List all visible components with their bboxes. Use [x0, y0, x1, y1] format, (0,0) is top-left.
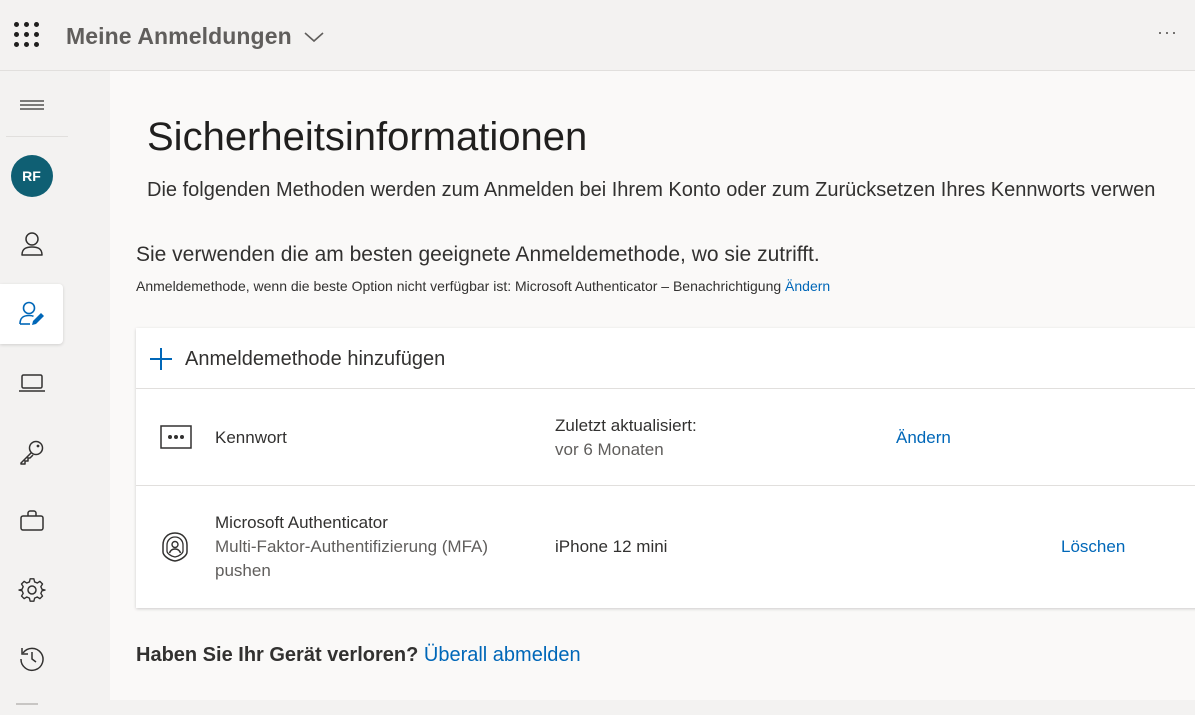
app-launcher-icon[interactable] — [14, 22, 40, 48]
sign-out-everywhere-link[interactable]: Überall abmelden — [424, 644, 581, 666]
change-password-link[interactable]: Ändern — [896, 428, 951, 448]
lost-device-question: Haben Sie Ihr Gerät verloren? — [136, 644, 419, 666]
nav-profile[interactable]: RF — [0, 146, 63, 206]
more-options-icon[interactable]: ··· — [1157, 22, 1178, 43]
default-method-heading: Sie verwenden die am besten geeignete An… — [136, 243, 820, 266]
nav-devices[interactable] — [0, 353, 63, 413]
nav-security-info[interactable] — [0, 284, 63, 344]
device-name: iPhone 12 mini — [555, 537, 668, 556]
key-icon — [19, 440, 43, 465]
last-updated-value: vor 6 Monaten — [555, 440, 664, 459]
hamburger-icon — [19, 100, 44, 110]
nav-recent-activity[interactable] — [0, 628, 63, 688]
last-updated-label: Zuletzt aktualisiert: — [555, 416, 697, 435]
nav-overview[interactable] — [0, 214, 63, 274]
app-switcher[interactable]: Meine Anmeldungen — [66, 20, 324, 52]
add-method-button[interactable]: Anmeldemethode hinzufügen — [136, 328, 1195, 389]
left-nav: RF — [0, 71, 110, 715]
gear-icon — [17, 578, 46, 602]
top-bar: Meine Anmeldungen ··· — [0, 0, 1195, 71]
history-icon — [19, 647, 44, 672]
chevron-down-icon — [304, 32, 324, 43]
method-row-password: Kennwort Zuletzt aktualisiert: vor 6 Mon… — [136, 390, 1195, 486]
default-method-text: Anmeldemethode, wenn die beste Option ni… — [136, 278, 782, 294]
nav-divider — [16, 703, 38, 705]
password-dots-icon — [160, 425, 192, 449]
page-description: Die folgenden Methoden werden zum Anmeld… — [147, 179, 1156, 201]
method-subtitle-continued: pushen — [215, 561, 271, 580]
change-default-method-link[interactable]: Ändern — [785, 278, 830, 294]
nav-divider — [6, 136, 68, 137]
avatar: RF — [10, 155, 53, 197]
nav-menu-toggle[interactable] — [0, 76, 63, 136]
plus-icon — [150, 348, 172, 370]
app-title: Meine Anmeldungen — [66, 22, 292, 49]
person-edit-icon — [18, 301, 44, 325]
lost-device-line: Haben Sie Ihr Gerät verloren? Überall ab… — [136, 644, 581, 667]
default-method-line: Anmeldemethode, wenn die beste Option ni… — [136, 278, 830, 294]
main-content: Sicherheitsinformationen Die folgenden M… — [110, 71, 1195, 700]
authenticator-icon — [162, 532, 188, 562]
nav-organizations[interactable] — [0, 491, 63, 551]
briefcase-icon — [19, 510, 44, 531]
nav-password[interactable] — [0, 422, 63, 482]
add-method-label: Anmeldemethode hinzufügen — [185, 348, 446, 370]
nav-settings[interactable] — [0, 560, 63, 620]
delete-authenticator-link[interactable]: Löschen — [1061, 537, 1125, 557]
method-subtitle: Multi-Faktor-Authentifizierung (MFA) — [215, 537, 489, 556]
page-title: Sicherheitsinformationen — [147, 115, 588, 159]
method-name: Microsoft Authenticator — [215, 513, 388, 532]
methods-card: Anmeldemethode hinzufügen Kennwort Zulet… — [136, 328, 1195, 608]
laptop-icon — [18, 374, 45, 392]
method-row-authenticator: Microsoft Authenticator Multi-Faktor-Aut… — [136, 487, 1195, 608]
person-icon — [20, 232, 43, 256]
method-name: Kennwort — [215, 428, 287, 447]
